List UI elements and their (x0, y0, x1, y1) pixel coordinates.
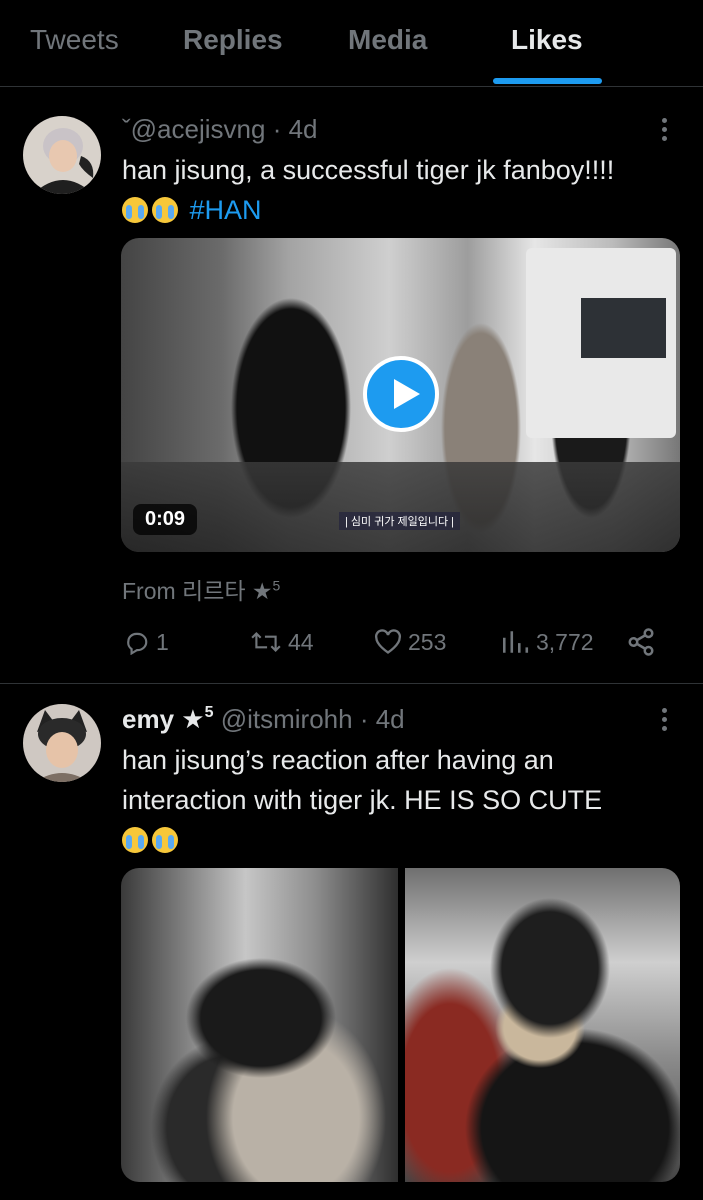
display-name-sup: 5 (204, 704, 214, 721)
avatar[interactable] (23, 116, 101, 194)
display-name[interactable]: emy ★5 (122, 704, 213, 734)
loudly-crying-emoji-icon (122, 197, 148, 223)
reply-count: 1 (156, 628, 169, 655)
divider (0, 683, 703, 684)
loudly-crying-emoji-icon (152, 197, 178, 223)
handle[interactable]: @itsmirohh (221, 704, 353, 734)
video-scene-detail (581, 298, 666, 358)
play-icon[interactable] (363, 356, 439, 432)
tab-replies[interactable]: Replies (183, 24, 283, 56)
hashtag-link[interactable]: #HAN (190, 195, 262, 225)
tweet-photo-2[interactable] (405, 868, 680, 1182)
tweet-header: emy ★5 @itsmirohh · 4d (122, 704, 405, 735)
loudly-crying-emoji-icon (152, 827, 178, 853)
timestamp[interactable]: · 4d (360, 704, 405, 734)
share-button[interactable] (626, 624, 662, 660)
tweet-actions: 1 44 253 3,772 (0, 624, 703, 660)
like-button[interactable]: 253 (374, 624, 446, 660)
view-count: 3,772 (536, 628, 594, 655)
video-source[interactable]: From 리르타 ★5 (122, 572, 280, 606)
more-options-icon[interactable] (662, 708, 668, 735)
video-source-sup: 5 (272, 577, 281, 594)
tweet-text-body: han jisung’s reaction after having an in… (122, 745, 603, 815)
video-subtitle: | 심미 귀가 제일입니다 | (339, 512, 461, 530)
tweet-text: han jisung, a successful tiger jk fanboy… (122, 150, 682, 230)
reply-button[interactable]: 1 (124, 624, 169, 660)
reply-icon (127, 632, 148, 655)
video-source-label: From 리르타 ★ (122, 578, 273, 604)
tab-likes[interactable]: Likes (511, 24, 583, 56)
profile-tabs: Tweets Replies Media Likes (0, 0, 703, 87)
retweet-icon (251, 631, 281, 653)
views-chart-icon (503, 631, 529, 653)
display-name-text: emy ★ (122, 704, 205, 734)
timestamp[interactable]: · 4d (273, 114, 318, 144)
tweet-photo-1[interactable] (121, 868, 398, 1182)
retweet-count: 44 (288, 628, 314, 655)
tweet-text: han jisung’s reaction after having an in… (122, 740, 662, 860)
video-player[interactable]: 0:09 | 심미 귀가 제일입니다 | (121, 238, 680, 552)
loudly-crying-emoji-icon (122, 827, 148, 853)
tab-tweets[interactable]: Tweets (30, 24, 119, 56)
share-icon (628, 628, 654, 656)
heart-icon (375, 629, 401, 654)
handle[interactable]: ˇ@acejisvng (122, 114, 265, 144)
retweet-button[interactable]: 44 (250, 624, 314, 660)
tab-media[interactable]: Media (348, 24, 427, 56)
video-scene-floor (121, 462, 680, 552)
views-button[interactable]: 3,772 (500, 624, 594, 660)
active-tab-indicator (493, 78, 602, 84)
more-options-icon[interactable] (662, 118, 668, 145)
tweet-text-body: han jisung, a successful tiger jk fanboy… (122, 155, 615, 185)
tweet-header: ˇ@acejisvng · 4d (122, 114, 318, 145)
video-duration: 0:09 (133, 504, 198, 535)
like-count: 253 (408, 628, 447, 655)
avatar[interactable] (23, 704, 101, 782)
